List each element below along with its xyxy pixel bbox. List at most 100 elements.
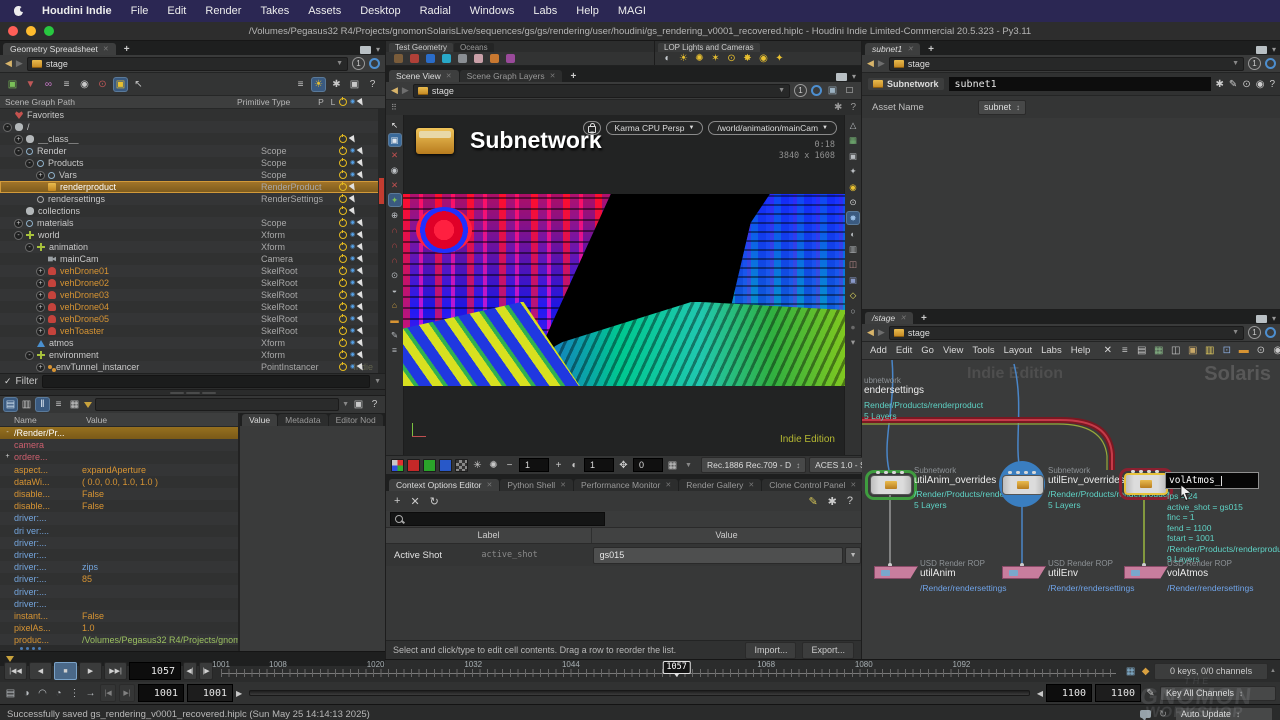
visibility-icon[interactable]: ◉ [350,292,355,298]
tree-row-vehtoaster[interactable]: +vehToasterSkelRoot◉ [0,325,385,337]
renderer-pill[interactable]: Karma CPU Persp▼ [606,121,704,135]
close-tab-icon[interactable]: ✕ [103,45,109,53]
frame-inc-button[interactable]: |▶ [199,662,213,680]
tab-metadata[interactable]: Metadata [278,414,327,426]
tab-clone-control-panel[interactable]: Clone Control Panel✕ [762,479,863,491]
clip-active-icon[interactable]: ✸ [847,212,859,224]
back-button[interactable]: ◀ [5,58,12,69]
expand-toggle[interactable]: - [14,231,23,240]
distant-light-icon[interactable]: ✸ [741,52,754,65]
pose-1-icon[interactable]: ✕ [389,149,401,161]
keys-summary-button[interactable]: 0 keys, 0/0 channels [1154,663,1268,680]
menu-item-edit[interactable]: Edit [896,345,912,356]
testgeo-icon[interactable] [506,54,515,63]
pane-splitter[interactable] [0,389,385,396]
attr-row-produc[interactable]: produc.../Volumes/Pegasus32 R4/Projects/… [0,634,238,645]
network-forward[interactable]: ▶ [878,327,885,338]
tree-row-vehdrone04[interactable]: +vehDrone04SkelRoot◉ [0,301,385,313]
flag-yellow-icon[interactable]: ◇ [847,290,859,302]
gamma-icon[interactable]: ◐ [568,459,581,472]
filter-input[interactable] [42,375,370,388]
tab-python-shell[interactable]: Python Shell✕ [500,479,573,491]
pose-2-icon[interactable]: ✕ [389,179,401,191]
power-icon[interactable] [339,327,347,335]
spot-light-icon[interactable]: ⊙ [725,52,738,65]
params-path-dropdown[interactable]: stage ▼ [889,57,1244,71]
tree-row-collections[interactable]: collections [0,205,385,217]
tree-row-materials[interactable]: +materialsScope◉ [0,217,385,229]
path-dropdown-arrow[interactable]: ▼ [336,60,343,67]
power-icon[interactable] [339,303,347,311]
viewport-help-icon[interactable]: ? [850,102,856,113]
power-icon[interactable] [339,315,347,323]
point-light-icon[interactable]: ✶ [709,52,722,65]
power-icon[interactable] [339,267,347,275]
karma-light-icon[interactable]: ✦ [773,52,786,65]
plus-button[interactable]: + [552,459,565,472]
visibility-icon[interactable]: ◉ [350,340,355,346]
power-icon[interactable] [339,363,347,371]
attr-row-driver[interactable]: driver:... [0,549,238,561]
tree-row-vehdrone01[interactable]: +vehDrone01SkelRoot◉ [0,265,385,277]
scenegraph-column-headers[interactable]: Scene Graph Path Primitive Type P L ◉ [0,96,385,109]
params-pane-menu[interactable] [1256,46,1267,54]
attr-row-disable[interactable]: disable...False [0,500,238,512]
half-shade-icon[interactable]: ◐ [847,228,859,240]
close-tab-icon[interactable]: ✕ [748,481,754,489]
tree-row-renderproduct[interactable]: renderproductRenderProduct [0,181,385,193]
star-burst-icon[interactable]: ✦ [847,166,859,178]
dopesheet-icon[interactable]: ⋮ [68,687,81,700]
tab-scene-graph-layers[interactable]: Scene Graph Layers✕ [460,70,563,82]
attr-row-driver[interactable]: driver:... [0,537,238,549]
ghost-prev-button[interactable]: |◀ [100,684,116,702]
play-button[interactable]: ▶ [79,662,102,680]
exposure-icon[interactable]: ✳ [471,459,484,472]
bottom-funnel-icon[interactable] [6,656,14,662]
gain-icon[interactable]: ✺ [487,459,500,472]
attr-name-header[interactable]: Name [0,415,86,425]
green-channel-button[interactable] [423,459,436,472]
visibility-icon[interactable]: ◉ [350,304,355,310]
rendered-image[interactable] [403,194,845,386]
attr-row-driver[interactable]: driver:...zips [0,561,238,573]
expand-toggle[interactable]: + [36,267,45,276]
snapshot-icon[interactable]: ▣ [352,398,365,411]
view-sphere-icon[interactable]: ◉ [389,164,401,176]
minimize-window-button[interactable] [26,26,36,36]
node-volatmos[interactable] [1124,473,1168,495]
expand-toggle[interactable]: + [36,327,45,336]
params-pin[interactable] [1265,58,1276,69]
view-ortho-icon[interactable]: ⊙ [389,269,401,281]
step-back-button[interactable]: ◀ [29,662,52,680]
viewer-pane-menu-icon[interactable] [836,73,847,81]
visibility-icon[interactable]: ◉ [350,244,355,250]
power-icon[interactable] [339,135,347,143]
tree-row-maincam[interactable]: mainCamCamera◉ [0,253,385,265]
rop2-name[interactable]: utilEnv [1048,568,1078,579]
color-img-icon[interactable]: ⊡ [1220,344,1233,357]
go-end-button[interactable]: ▶▶| [104,662,127,680]
col-l[interactable]: L [327,97,339,107]
power-icon[interactable] [339,171,347,179]
expand-toggle[interactable]: + [14,135,23,144]
expand-toggle[interactable]: - [3,123,12,132]
gear-icon[interactable]: ✱ [1216,79,1224,90]
keyframe-icon[interactable]: ◆ [1139,665,1152,678]
shelf-box-icon[interactable]: ▬ [1237,344,1250,357]
range-end-display[interactable]: 1100 [1095,684,1141,702]
transform-active-icon[interactable]: ✦ [389,194,401,206]
menu-item-go[interactable]: Go [921,345,934,356]
forward-button[interactable]: ▶ [16,58,23,69]
view-cone-icon[interactable]: △ [847,119,859,131]
tree-row-[interactable]: -/ [0,121,385,133]
close-window-button[interactable] [8,26,18,36]
display-lut-dropdown[interactable]: Rec.1886 Rec.709 - D↕ [701,457,806,473]
hierarchy-icon[interactable]: ▤ [4,398,17,411]
link-badge[interactable]: 1 [352,57,365,70]
viewer-link-badge[interactable]: 1 [794,84,807,97]
info-icon[interactable]: ◉ [78,78,91,91]
menu-item-radial[interactable]: Radial [420,5,451,17]
tree-row-class[interactable]: +__class__ [0,133,385,145]
link-active-icon[interactable]: ▣ [114,78,127,91]
attr-row-disable[interactable]: disable...False [0,488,238,500]
